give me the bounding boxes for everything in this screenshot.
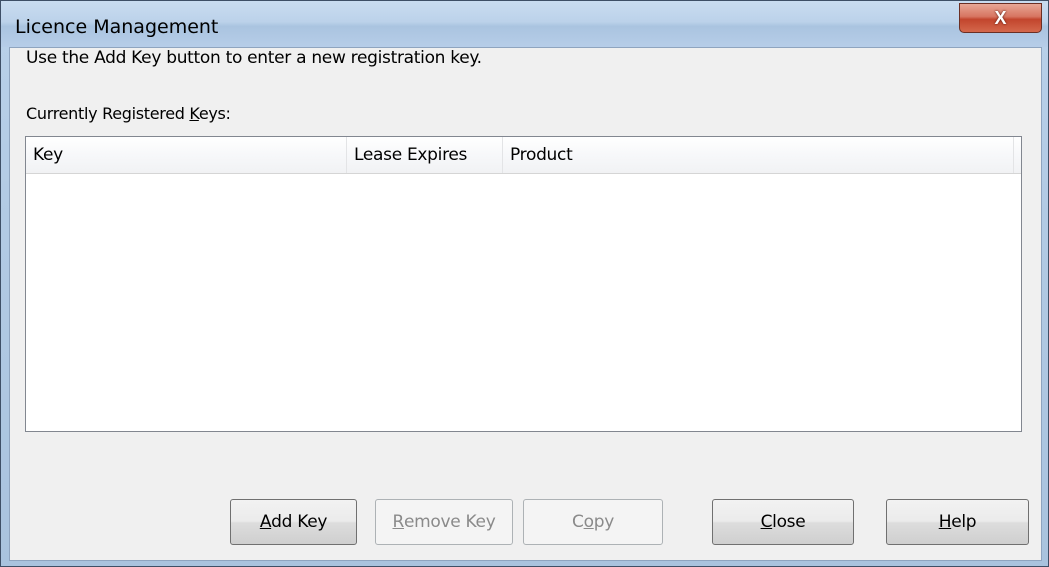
close-icon: X [994,7,1007,28]
window-close-button[interactable]: X [959,3,1042,33]
help-button[interactable]: Help [886,499,1029,545]
add-key-button[interactable]: Add Key [230,499,357,545]
copy-label-prefix: C [572,512,584,532]
add-key-mnemonic: A [259,512,272,532]
licence-management-window: Licence Management X Use the Add Key but… [0,0,1049,567]
column-header-lease-expires[interactable]: Lease Expires [347,137,503,173]
copy-button[interactable]: Co py [523,499,663,545]
remove-key-label: emove Key [404,512,496,532]
help-label: elp [951,512,977,532]
close-label: lose [772,512,806,532]
add-key-label: dd Key [271,512,328,532]
column-header-key[interactable]: Key [26,137,347,173]
registered-keys-list[interactable]: Key Lease Expires Product [25,136,1022,432]
close-mnemonic: C [760,512,773,532]
intro-text: Use the Add Key button to enter a new re… [26,48,482,68]
keys-label-mnemonic: K [189,104,199,123]
window-title: Licence Management [15,16,219,38]
keys-label-prefix: Currently Registered [26,104,190,123]
registered-keys-label: Currently Registered Keys: [26,104,231,123]
close-button[interactable]: Close [712,499,854,545]
remove-key-button[interactable]: Remove Key [375,499,513,545]
title-bar[interactable]: Licence Management X [1,1,1048,47]
copy-label: py [593,512,615,532]
column-header-product[interactable]: Product [503,137,1014,173]
copy-mnemonic: o [583,512,594,532]
keys-label-suffix: eys: [198,104,231,123]
remove-key-mnemonic: R [392,512,405,532]
help-mnemonic: H [938,512,952,532]
list-header: Key Lease Expires Product [26,137,1021,174]
